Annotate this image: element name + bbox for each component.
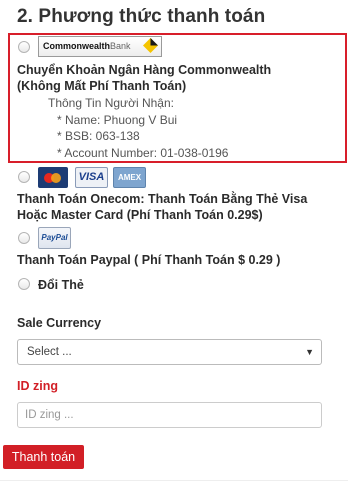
receiver-heading: Thông Tin Người Nhận: <box>48 96 174 110</box>
doi-the-title: Đổi Thẻ <box>38 278 84 292</box>
bank-transfer-radio[interactable] <box>18 41 30 53</box>
onecom-title-line1: Thanh Toán Onecom: Thanh Toán Bằng Thẻ V… <box>17 192 308 206</box>
onecom-title-line2: Hoặc Master Card (Phí Thanh Toán 0.29$) <box>17 208 263 222</box>
receiver-name: * Name: Phuong V Bui <box>57 113 178 127</box>
bank-transfer-title-line2: (Không Mất Phí Thanh Toán) <box>17 79 187 93</box>
sale-currency-value: Select ... <box>27 346 72 358</box>
id-zing-label: ID zing <box>17 379 58 393</box>
sale-currency-select[interactable]: Select ... ▼ <box>17 339 322 365</box>
submit-payment-button[interactable]: Thanh toán <box>3 445 84 469</box>
paypal-radio[interactable] <box>18 232 30 244</box>
onecom-radio[interactable] <box>18 171 30 183</box>
page-title: 2. Phương thức thanh toán <box>17 6 266 27</box>
mastercard-icon <box>38 167 68 188</box>
logo-text-light: Bank <box>110 41 131 51</box>
receiver-account-number: * Account Number: 01-038-0196 <box>57 146 229 160</box>
paypal-title: Thanh Toán Paypal ( Phí Thanh Toán $ 0.2… <box>17 253 281 267</box>
bottom-divider <box>0 480 348 481</box>
amex-card-icon: AMEX <box>113 167 146 188</box>
bank-transfer-title-line1: Chuyển Khoản Ngân Hàng Commonwealth <box>17 63 272 77</box>
dropdown-arrow-icon: ▼ <box>305 347 314 357</box>
receiver-bsb: * BSB: 063-138 <box>57 129 140 143</box>
doi-the-radio[interactable] <box>18 278 30 290</box>
paypal-card-icon: PayPal <box>38 227 71 249</box>
logo-text-bold: Commonwealth <box>43 41 111 51</box>
commonwealth-diamond-icon <box>143 38 158 53</box>
id-zing-input[interactable]: ID zing ... <box>17 402 322 428</box>
visa-card-icon: VISA <box>75 167 108 188</box>
sale-currency-label: Sale Currency <box>17 316 102 330</box>
commonwealth-bank-logo: CommonwealthBank <box>38 36 162 57</box>
